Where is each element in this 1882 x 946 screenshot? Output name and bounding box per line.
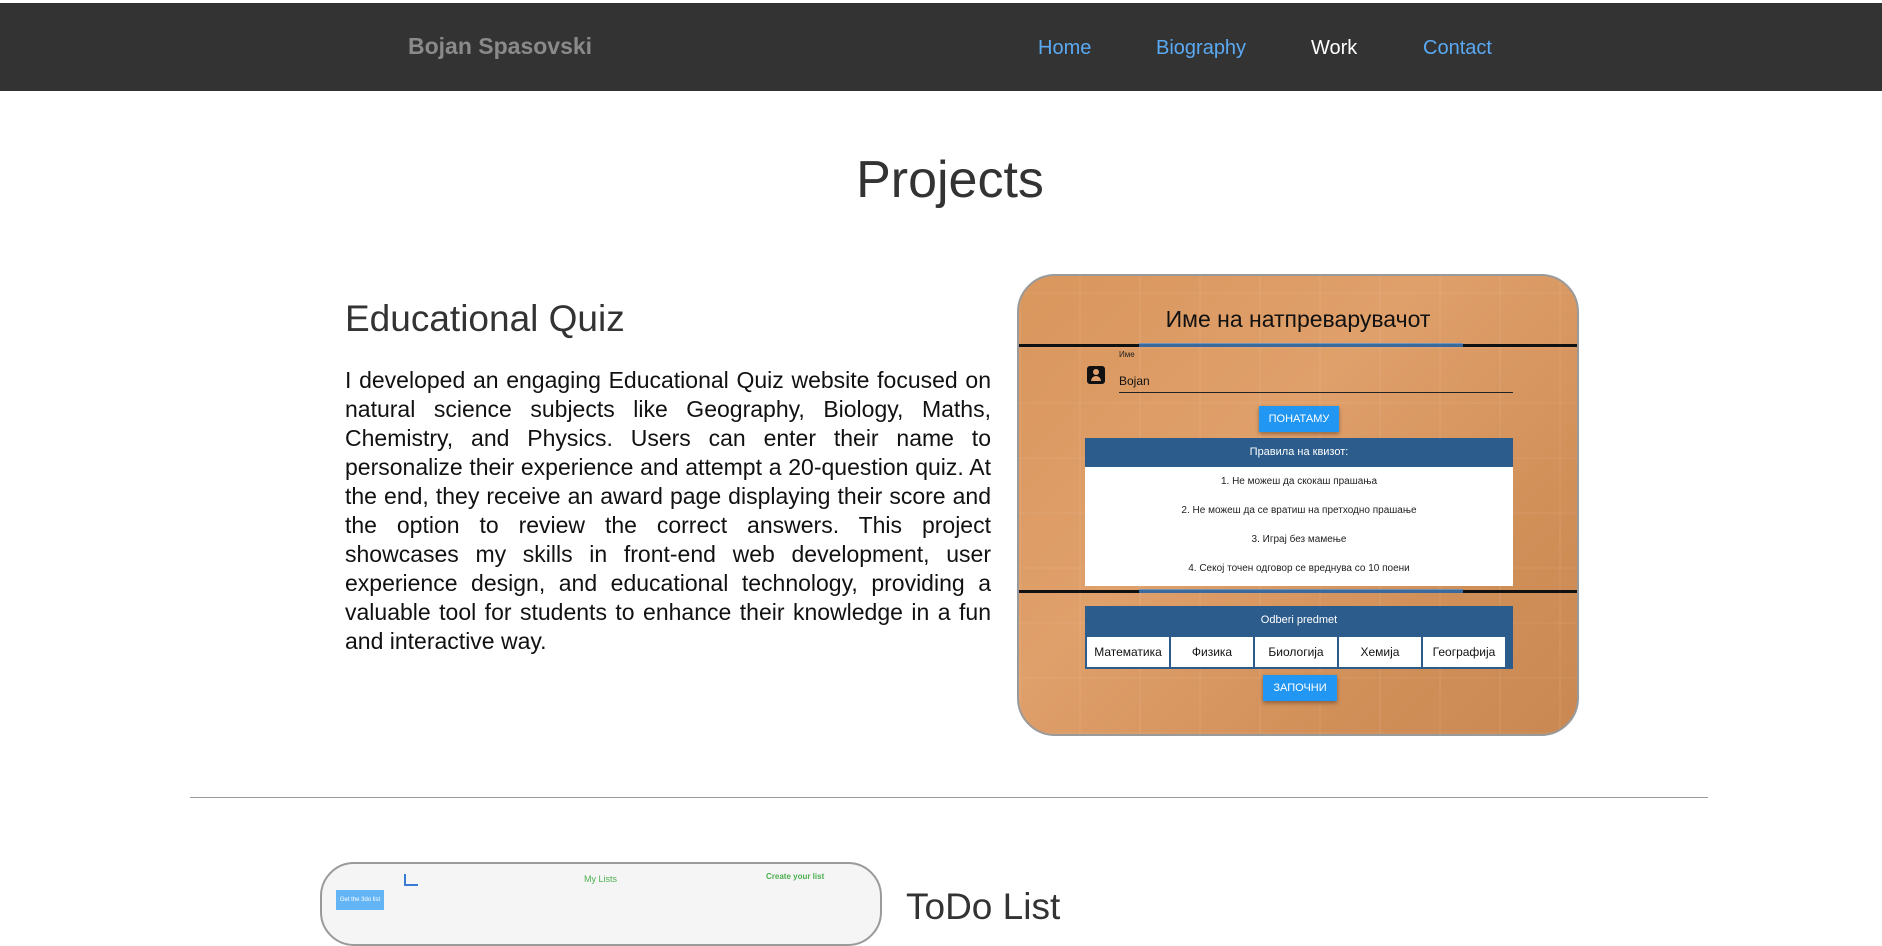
- project-title-quiz: Educational Quiz: [345, 298, 625, 339]
- my-lists-label: My Lists: [584, 874, 618, 884]
- quiz-screenshot: Име на натпреварувачот Име ПОНАТАМУ Прав…: [1017, 274, 1579, 736]
- top-navbar: Bojan Spasovski Home Biography Work Cont…: [0, 3, 1882, 91]
- start-button[interactable]: ЗАПОЧНИ: [1263, 675, 1337, 701]
- nav-link-contact[interactable]: Contact: [1423, 37, 1492, 60]
- subject-option-biology[interactable]: Биологија: [1255, 637, 1337, 667]
- subject-option-math[interactable]: Математика: [1087, 637, 1169, 667]
- todo-tag: Get the 3do list: [336, 890, 384, 910]
- create-list-label: Create your list: [766, 872, 825, 881]
- subject-option-chemistry[interactable]: Хемија: [1339, 637, 1421, 667]
- nav-link-biography[interactable]: Biography: [1156, 37, 1246, 60]
- nav-link-work[interactable]: Work: [1311, 37, 1357, 60]
- subject-option-physics[interactable]: Физика: [1171, 637, 1253, 667]
- rules-panel: Правила на квизот: 1. Не можеш да скокаш…: [1085, 438, 1513, 586]
- subject-panel: Odberi predmet Математика Физика Биологи…: [1085, 606, 1513, 669]
- rule-item: 1. Не можеш да скокаш прашања: [1220, 476, 1378, 487]
- subject-list: Математика Физика Биологија Хемија Геогр…: [1087, 637, 1505, 667]
- next-button[interactable]: ПОНАТАМУ: [1259, 406, 1339, 432]
- rule-item: 2. Не можеш да се вратиш на претходно пр…: [1181, 505, 1417, 516]
- subject-option-geography[interactable]: Географија: [1423, 637, 1505, 667]
- rules-title: Правила на квизот:: [1085, 438, 1513, 467]
- heading-divider: [1019, 343, 1577, 347]
- todo-logo-icon: [404, 874, 418, 886]
- page-title: Projects: [856, 151, 1044, 209]
- rule-item: 3. Играј без мамење: [1251, 534, 1347, 545]
- todo-screenshot: My Lists Create your list Get the 3do li…: [320, 862, 882, 946]
- site-brand[interactable]: Bojan Spasovski: [408, 33, 592, 60]
- rule-item: 4. Секој точен одговор се вреднува со 10…: [1188, 563, 1410, 574]
- section-divider: [190, 797, 1708, 798]
- contact-icon: [1087, 366, 1105, 384]
- quiz-heading: Име на натпреварувачот: [1165, 306, 1431, 332]
- project-description-quiz: I developed an engaging Educational Quiz…: [345, 367, 991, 654]
- subject-title: Odberi predmet: [1260, 614, 1338, 626]
- project-title-todo: ToDo List: [906, 886, 1061, 927]
- rules-divider: [1019, 589, 1577, 593]
- name-label: Име: [1119, 350, 1135, 359]
- nav-link-home[interactable]: Home: [1038, 37, 1091, 60]
- name-field[interactable]: [1119, 370, 1513, 393]
